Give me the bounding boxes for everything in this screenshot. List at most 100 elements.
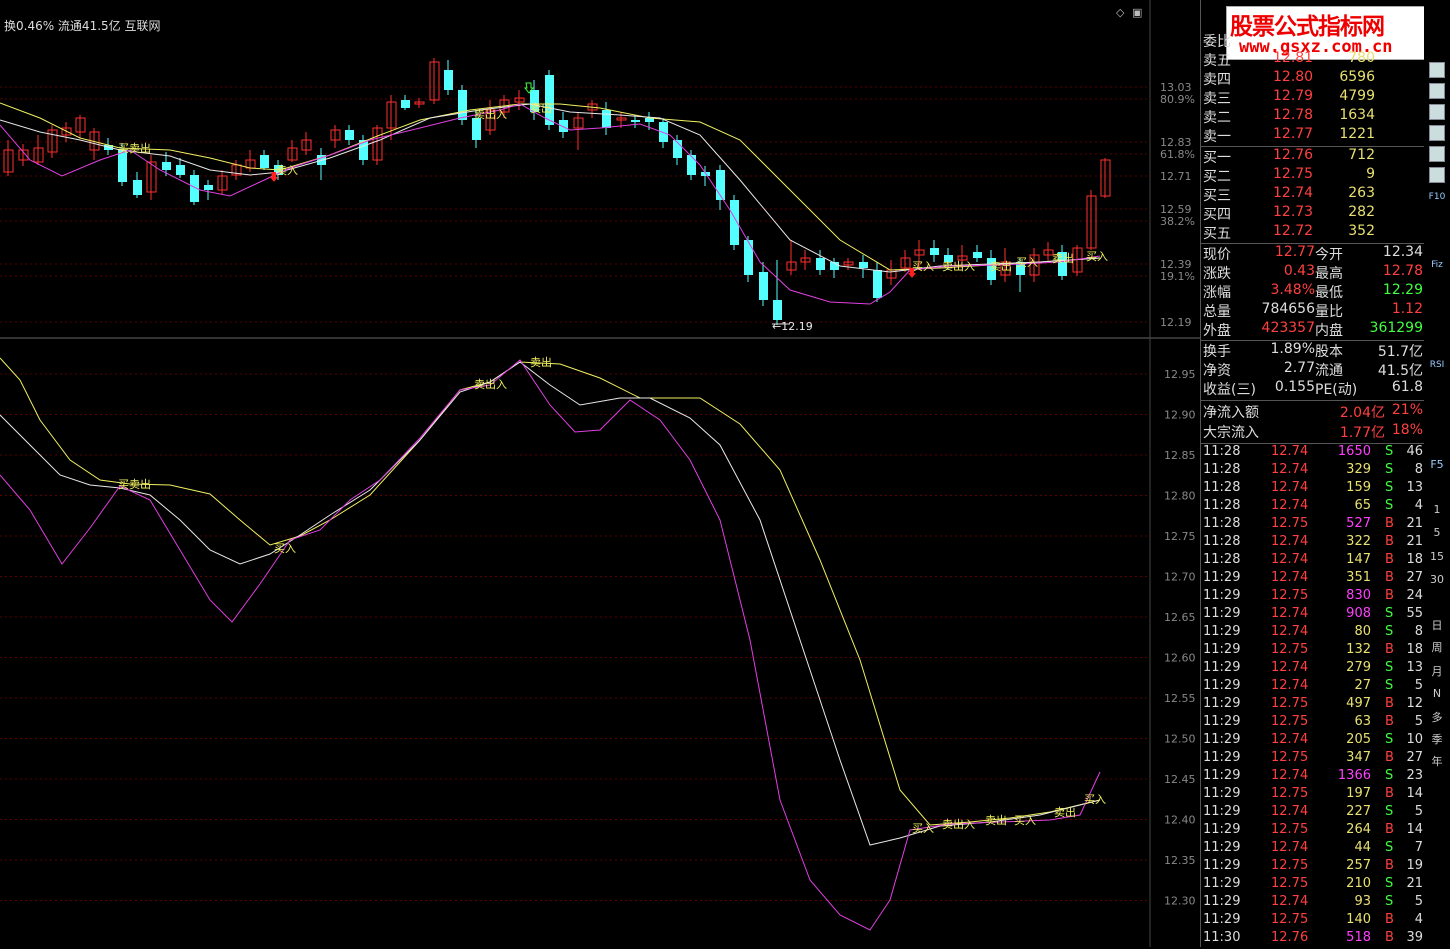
tick-row: 11:29 12.75 264 B 14 — [1201, 822, 1425, 841]
toolbar-button-1[interactable]: Fiz — [1427, 256, 1447, 275]
toolbar-button-7[interactable]: 30 — [1427, 570, 1447, 589]
toolbar-button-14[interactable]: 年 — [1427, 752, 1447, 771]
tick-row: 11:28 12.75 527 B 21 — [1201, 516, 1425, 535]
chart-control-icons[interactable]: ◇ ▣ — [1116, 6, 1146, 19]
tick-row: 11:29 12.75 140 B 4 — [1201, 912, 1425, 931]
maximize-icon[interactable]: ▣ — [1132, 6, 1142, 19]
tick-time: 11:29 — [1203, 822, 1241, 837]
toolbar-button-13[interactable]: 季 — [1427, 730, 1447, 749]
flow-value: 2.04亿 — [1339, 405, 1385, 421]
fundamental-label: 收益(三) — [1203, 382, 1256, 398]
toolbar-button-5[interactable]: 5 — [1427, 523, 1447, 542]
tick-side: S — [1385, 840, 1394, 855]
tick-price: 12.75 — [1271, 786, 1309, 801]
quote-value: 3.48% — [1270, 282, 1315, 298]
tick-time: 11:29 — [1203, 912, 1241, 927]
sell-price: 12.79 — [1273, 88, 1314, 104]
right-toolbar[interactable]: F10 Fiz RSI F5 1 5 15 30 日周月 N 多季年 — [1424, 0, 1450, 947]
price-axis-label: 12.45 — [1164, 773, 1196, 786]
toolbar-button-8[interactable]: 日 — [1427, 616, 1447, 635]
price-axis-label: 12.40 — [1164, 814, 1196, 827]
tick-row: 11:29 12.74 351 B 27 — [1201, 570, 1425, 589]
candle-body — [631, 120, 640, 122]
toolbar-button-3[interactable]: F5 — [1427, 455, 1447, 474]
quote-label: 涨幅 — [1203, 285, 1231, 301]
toolbar-button-12[interactable]: 多 — [1427, 708, 1447, 727]
kline-chart-svg[interactable]: 13.0380.9%12.8361.8%12.7112.5938.2%12.39… — [0, 0, 1200, 947]
tick-time: 11:29 — [1203, 732, 1241, 747]
tick-row: 11:29 12.74 80 S 8 — [1201, 624, 1425, 643]
quote-value: 423357 — [1261, 320, 1315, 336]
grid-icon[interactable] — [1429, 83, 1445, 99]
tick-volume: 27 — [1354, 678, 1371, 693]
tick-volume: 1366 — [1337, 768, 1371, 783]
tick-count: 8 — [1414, 624, 1423, 639]
orderbook-sell-row: 卖四 12.80 6596 — [1201, 69, 1425, 88]
toolbar-button-4[interactable]: 1 — [1427, 500, 1447, 519]
toolbar-button-0[interactable]: F10 — [1427, 188, 1447, 207]
tick-volume: 497 — [1346, 696, 1371, 711]
tick-row: 11:29 12.75 63 B 5 — [1201, 714, 1425, 733]
toolbar-button-10[interactable]: 月 — [1427, 662, 1447, 681]
tick-count: 14 — [1406, 822, 1423, 837]
tick-count: 27 — [1406, 570, 1423, 585]
price-axis-label: 12.80 — [1164, 490, 1196, 503]
table-icon[interactable] — [1429, 104, 1445, 120]
candle-icon[interactable] — [1429, 146, 1445, 162]
signal-label: 买入 — [912, 260, 934, 273]
quote-label: 最低 — [1315, 285, 1343, 301]
sell-level-label: 卖五 — [1203, 53, 1231, 69]
tick-time: 11:29 — [1203, 804, 1241, 819]
chart-icon[interactable] — [1429, 62, 1445, 78]
ratio-label: 委比 — [1203, 34, 1231, 50]
tick-volume: 93 — [1354, 894, 1371, 909]
tick-row: 11:29 12.75 497 B 12 — [1201, 696, 1425, 715]
tick-row: 11:29 12.74 227 S 5 — [1201, 804, 1425, 823]
tick-price: 12.74 — [1271, 678, 1309, 693]
price-axis-label: 19.1% — [1160, 270, 1195, 283]
quote-row: 现价 12.77 今开 12.34 — [1201, 244, 1425, 263]
orderbook-buy-row: 买一 12.76 712 — [1201, 147, 1425, 166]
tick-time: 11:29 — [1203, 750, 1241, 765]
signal-label: 买入 — [1086, 250, 1108, 263]
kline-chart-area[interactable]: 13.03 80.9% 12.83 61.8% 12.71 12.59 38.2% 12.39… — [0, 0, 1200, 947]
tick-count: 21 — [1406, 516, 1423, 531]
tick-time: 11:30 — [1203, 930, 1241, 945]
tick-price: 12.75 — [1271, 750, 1309, 765]
tick-volume: 1650 — [1337, 444, 1371, 459]
tick-count: 13 — [1406, 480, 1423, 495]
tick-price: 12.74 — [1271, 840, 1309, 855]
indicator-line-magenta — [0, 359, 1101, 931]
orderbook-sell-row: 卖五 12.81 780 — [1201, 50, 1425, 69]
diamond-icon[interactable]: ◇ — [1116, 6, 1124, 19]
toolbar-button-11[interactable]: N — [1427, 684, 1447, 703]
sell-level-label: 卖四 — [1203, 72, 1231, 88]
toolbar-button-6[interactable]: 15 — [1427, 547, 1447, 566]
tick-volume: 279 — [1346, 660, 1371, 675]
list-icon[interactable] — [1429, 167, 1445, 183]
tick-time: 11:28 — [1203, 444, 1241, 459]
tick-price: 12.74 — [1271, 498, 1309, 513]
tick-count: 46 — [1406, 444, 1423, 459]
tick-time: 11:28 — [1203, 552, 1241, 567]
tick-volume: 140 — [1346, 912, 1371, 927]
tick-time: 11:29 — [1203, 588, 1241, 603]
tick-side: S — [1385, 678, 1394, 693]
fundamental-label: 换手 — [1203, 344, 1231, 360]
tick-price: 12.74 — [1271, 660, 1309, 675]
bars-icon[interactable] — [1429, 125, 1445, 141]
toolbar-button-9[interactable]: 周 — [1427, 638, 1447, 657]
sell-volume: 780 — [1348, 50, 1375, 66]
signal-label: 买卖出 — [118, 477, 151, 491]
toolbar-button-2[interactable]: RSI — [1427, 356, 1447, 375]
quote-value: 12.34 — [1382, 244, 1423, 260]
tick-price: 12.75 — [1271, 642, 1309, 657]
tick-time: 11:29 — [1203, 876, 1241, 891]
tick-volume: 908 — [1346, 606, 1371, 621]
candle-body — [133, 180, 142, 195]
signal-label: 买入 — [1014, 814, 1036, 827]
signal-label: 卖出 — [1052, 251, 1074, 265]
fundamental-label: PE(动) — [1315, 382, 1358, 398]
tick-volume: 197 — [1346, 786, 1371, 801]
tick-row: 11:28 12.74 329 S 8 — [1201, 462, 1425, 481]
